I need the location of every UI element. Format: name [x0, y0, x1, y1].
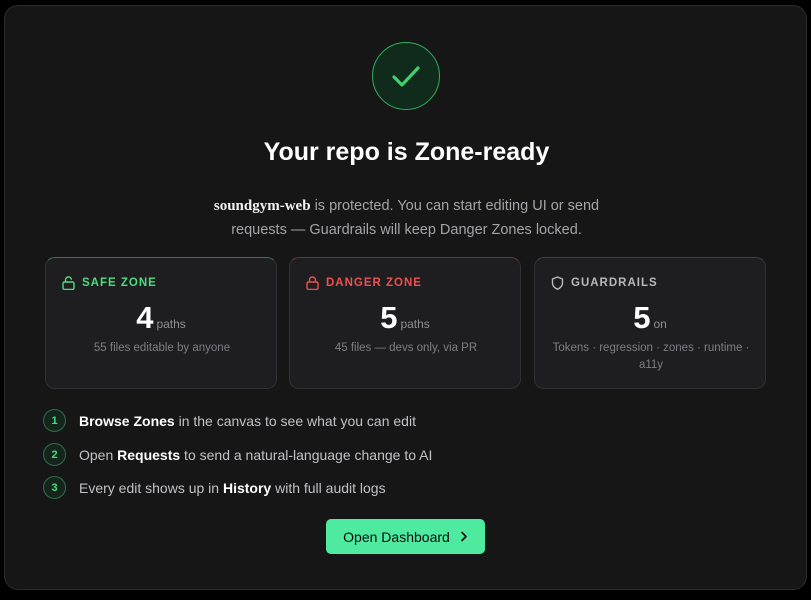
step-number: 3 [43, 476, 66, 499]
guardrails-card: GUARDRAILS 5 on Tokens · regression · zon… [534, 257, 766, 389]
safe-zone-header: SAFE ZONE [62, 276, 157, 290]
step-text: Open Requests to send a natural-language… [79, 447, 432, 463]
safe-zone-count: 4 paths [46, 300, 276, 336]
step-number: 2 [43, 443, 66, 466]
guardrails-header: GUARDRAILS [551, 276, 658, 290]
danger-zone-unit: paths [400, 317, 430, 331]
open-dashboard-button[interactable]: Open Dashboard [326, 519, 485, 554]
step-pre: Open [79, 446, 118, 463]
dialog-subtitle: soundgym-web is protected. You can start… [200, 194, 613, 242]
step-rest: in the canvas to see what you can edit [174, 412, 416, 429]
step-keyword: History [222, 479, 272, 496]
dialog-title: Your repo is Zone-ready [263, 138, 550, 166]
shield-icon [551, 276, 564, 290]
check-icon [392, 66, 420, 87]
step-text: Browse Zones in the canvas to see what y… [79, 413, 416, 429]
repo-name: soundgym-web [213, 198, 311, 214]
step-rest: with full audit logs [271, 479, 386, 496]
safe-zone-description: 55 files editable by anyone [93, 342, 231, 354]
step-item: 3 Every edit shows up in History with fu… [43, 476, 386, 499]
lock-icon [306, 276, 319, 290]
guardrails-count: 5 on [535, 300, 765, 336]
step-number: 1 [43, 409, 66, 432]
safe-zone-card: SAFE ZONE 4 paths 55 files editable by an… [45, 257, 277, 389]
safe-zone-value: 4 [136, 300, 154, 335]
step-keyword: Requests [117, 446, 181, 463]
danger-zone-card: DANGER ZONE 5 paths 45 files — devs only,… [289, 257, 521, 389]
open-dashboard-label: Open Dashboard [343, 528, 450, 545]
step-keyword: Browse Zones [79, 412, 175, 429]
danger-zone-header: DANGER ZONE [306, 276, 422, 290]
safe-zone-label: SAFE ZONE [82, 277, 157, 289]
step-item: 1 Browse Zones in the canvas to see what… [43, 409, 416, 432]
chevron-right-icon [461, 531, 467, 542]
safe-zone-unit: paths [156, 317, 186, 331]
step-text: Every edit shows up in History with full… [79, 480, 386, 496]
unlocked-lock-icon [62, 276, 75, 290]
danger-zone-count: 5 paths [290, 300, 520, 336]
danger-zone-description: 45 files — devs only, via PR [334, 342, 478, 354]
guardrails-value: 5 [633, 300, 651, 335]
zone-ready-dialog: Your repo is Zone-ready soundgym-web is … [4, 5, 807, 590]
success-badge [372, 42, 440, 110]
guardrails-label: GUARDRAILS [571, 277, 658, 289]
step-item: 2 Open Requests to send a natural-langua… [43, 443, 432, 466]
step-rest: to send a natural-language change to AI [180, 446, 433, 463]
guardrails-unit: on [653, 317, 667, 331]
danger-zone-label: DANGER ZONE [326, 277, 422, 289]
step-pre: Every edit shows up in [79, 479, 223, 496]
guardrails-description: Tokens · regression · zones · runtime · … [552, 342, 750, 371]
danger-zone-value: 5 [380, 300, 398, 335]
